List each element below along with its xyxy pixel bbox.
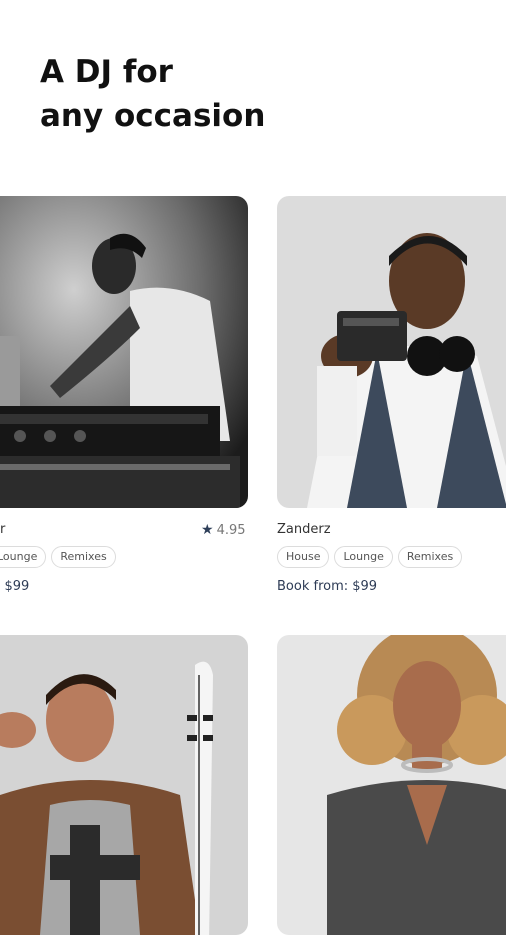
dj-name: r	[0, 522, 6, 537]
star-icon: ★	[201, 522, 214, 538]
dj-price: : $99	[0, 579, 30, 594]
genre-tag: House	[277, 546, 330, 568]
page-title: A DJ for any occasion	[40, 50, 265, 138]
dj-rating-value: 4.95	[216, 523, 246, 538]
dj-photo[interactable]	[0, 635, 248, 935]
genre-tags: House Lounge Remixes	[277, 546, 463, 568]
page-title-line-2: any occasion	[40, 98, 266, 134]
dj-photo[interactable]	[277, 196, 506, 508]
dj-price: Book from: $99	[277, 579, 378, 594]
genre-tag: Lounge	[0, 546, 47, 568]
genre-tag: Remixes	[51, 546, 116, 568]
dj-photo[interactable]	[0, 196, 248, 508]
genre-tags: Lounge Remixes	[0, 546, 116, 568]
dj-name: Zanderz	[277, 522, 331, 537]
dj-rating: ★ 4.95	[201, 522, 246, 538]
genre-tag: Lounge	[334, 546, 393, 568]
genre-tag: Remixes	[397, 546, 463, 568]
dj-photo[interactable]	[277, 635, 506, 935]
page-title-line-1: A DJ for	[40, 54, 173, 90]
